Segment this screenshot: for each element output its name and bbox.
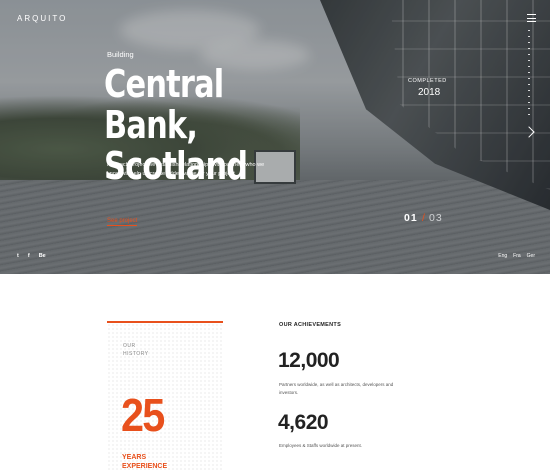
slide-current: 01 <box>404 212 418 224</box>
history-card: OUR HISTORY 25 YEARS EXPERIENCE <box>107 321 223 470</box>
years-number: 25 <box>121 389 165 441</box>
lang-fra[interactable]: Fra <box>513 253 521 259</box>
lang-eng[interactable]: Eng <box>498 253 507 259</box>
language-switcher: Eng Fra Ger <box>498 253 535 259</box>
stat-description: Employees & Staffs worldwide at present. <box>279 443 362 448</box>
social-links: t f Be <box>17 253 46 259</box>
completed-year: 2018 <box>418 87 441 98</box>
see-project-link[interactable]: See project <box>107 218 138 226</box>
stat-value: 4,620 <box>278 411 329 434</box>
years-caption: YEARS EXPERIENCE <box>122 453 182 470</box>
hero-slider: ARQUITO Building Central Bank, Scotland … <box>0 0 550 274</box>
stat-value: 12,000 <box>278 349 340 372</box>
project-category: Building <box>107 50 134 59</box>
history-label-line2: HISTORY <box>123 351 149 357</box>
page: ARQUITO Building Central Bank, Scotland … <box>0 0 550 470</box>
achievements-title: OUR ACHIEVEMENTS <box>279 322 342 328</box>
behance-icon[interactable]: Be <box>39 253 46 259</box>
twitter-icon[interactable]: t <box>17 253 19 259</box>
slide-total: 03 <box>429 212 443 224</box>
logo[interactable]: ARQUITO <box>17 14 67 23</box>
completed-label: COMPLETED <box>408 78 447 84</box>
years-caption-line1: YEARS <box>122 454 147 461</box>
project-title-line1: Central Bank, <box>104 62 224 147</box>
vertical-dots-decoration <box>528 30 530 120</box>
history-label: OUR HISTORY <box>123 342 163 358</box>
years-caption-line2: EXPERIENCE <box>122 463 168 470</box>
hamburger-menu-icon[interactable] <box>527 14 536 22</box>
history-label-line1: OUR <box>123 343 136 349</box>
lang-ger[interactable]: Ger <box>527 253 535 259</box>
project-description: For each project we establish relationsh… <box>107 162 265 177</box>
facebook-icon[interactable]: f <box>28 253 30 259</box>
stat-description: Partners worldwide, as well as architect… <box>279 382 394 395</box>
slide-separator: / <box>422 212 425 224</box>
